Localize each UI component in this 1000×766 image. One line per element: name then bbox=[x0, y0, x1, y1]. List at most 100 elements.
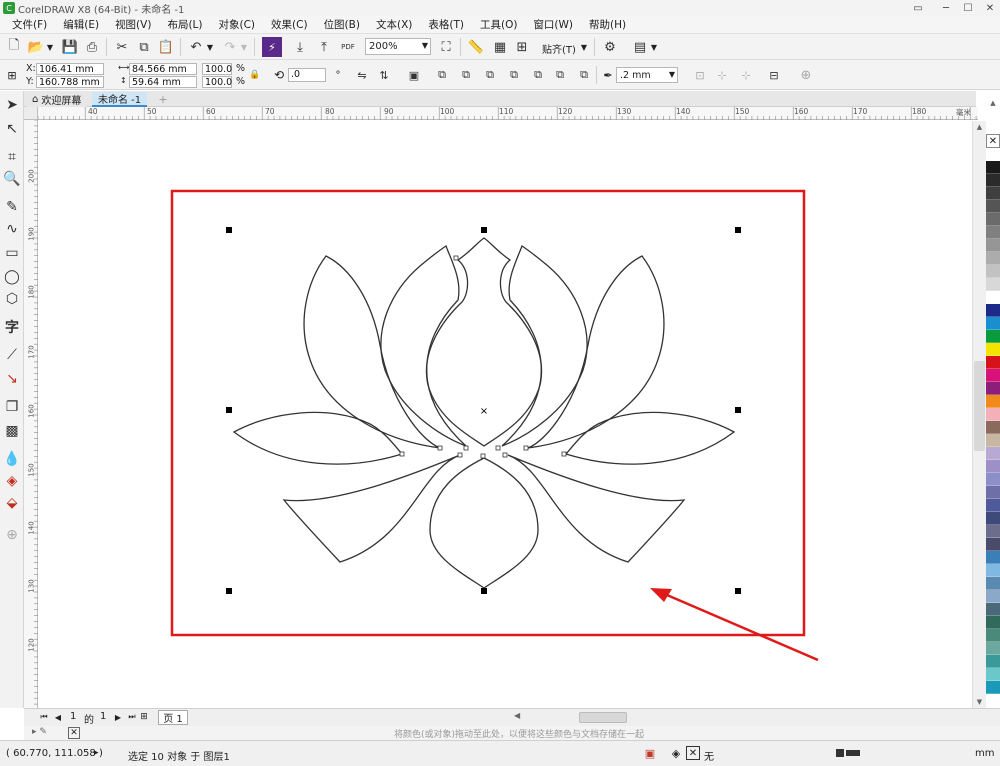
color-proof-icon[interactable]: ▣ bbox=[642, 746, 658, 760]
zoom-tool-icon[interactable]: 🔍 bbox=[2, 169, 22, 189]
copy-icon[interactable]: ⧉ bbox=[134, 37, 154, 57]
polygon-tool-icon[interactable]: ⬡ bbox=[2, 289, 22, 309]
previous-page-icon[interactable]: ◀ bbox=[52, 711, 64, 723]
scroll-left-icon[interactable]: ◀ bbox=[514, 711, 526, 723]
mirror-horizontal-icon[interactable]: ⇋ bbox=[352, 65, 372, 85]
horizontal-ruler[interactable]: 40 50 60 70 80 90 100 110 120 130 140 15… bbox=[38, 107, 978, 120]
new-tab-plus-icon[interactable]: + bbox=[156, 92, 170, 106]
wrap-text-icon[interactable]: ⊡ bbox=[690, 65, 710, 85]
path-node[interactable] bbox=[502, 452, 508, 458]
scroll-up-icon[interactable]: ▲ bbox=[973, 121, 986, 133]
horizontal-scroll-thumb[interactable] bbox=[579, 712, 627, 723]
path-node[interactable] bbox=[495, 445, 501, 451]
palette-swatch[interactable] bbox=[986, 174, 1000, 187]
palette-swatch[interactable] bbox=[986, 330, 1000, 343]
palette-swatch[interactable] bbox=[986, 343, 1000, 356]
palette-swatch[interactable] bbox=[986, 564, 1000, 577]
tab-welcome-screen[interactable]: ⌂ 欢迎屏幕 bbox=[26, 92, 88, 107]
palette-swatch[interactable] bbox=[986, 460, 1000, 473]
snap-to-menu[interactable]: 贴齐(T) bbox=[542, 41, 576, 56]
object-origin-icon[interactable]: ⊞ bbox=[4, 67, 20, 83]
combine-icon[interactable]: ⊹ bbox=[712, 65, 732, 85]
palette-swatch[interactable] bbox=[986, 551, 1000, 564]
last-page-icon[interactable]: ⏭ bbox=[126, 711, 138, 723]
connector-tool-icon[interactable]: ↘ bbox=[2, 369, 22, 389]
lock-ratio-icon[interactable]: 🔒 bbox=[249, 69, 260, 81]
menu-layout[interactable]: 布局(L) bbox=[161, 17, 208, 32]
menu-text[interactable]: 文本(X) bbox=[370, 17, 418, 32]
palette-swatch[interactable] bbox=[986, 655, 1000, 668]
zoom-level-combo[interactable]: 200% ▼ bbox=[365, 38, 431, 55]
freehand-tool-icon[interactable]: ✎ bbox=[2, 197, 22, 217]
intersect-icon[interactable]: ⧉ bbox=[480, 65, 500, 85]
width-field[interactable]: 84.566 mm bbox=[129, 63, 197, 75]
vertical-scroll-thumb[interactable] bbox=[974, 361, 985, 451]
close-button[interactable]: ✕ bbox=[978, 0, 1000, 16]
palette-swatch[interactable] bbox=[986, 213, 1000, 226]
publish-pdf-icon[interactable]: PDF bbox=[338, 37, 358, 57]
path-node[interactable] bbox=[457, 452, 463, 458]
scroll-down-icon[interactable]: ▼ bbox=[973, 696, 986, 708]
palette-swatch[interactable] bbox=[986, 369, 1000, 382]
selection-handle-bottom-right[interactable] bbox=[735, 588, 741, 594]
add-tool-icon[interactable]: ⊕ bbox=[2, 525, 22, 545]
back-minus-front-icon[interactable]: ⧉ bbox=[550, 65, 570, 85]
palette-swatch[interactable] bbox=[986, 629, 1000, 642]
artistic-media-icon[interactable]: ∿ bbox=[2, 219, 22, 239]
page-tab-1[interactable]: 页 1 bbox=[158, 710, 188, 725]
search-content-icon[interactable]: ⚡ bbox=[262, 37, 282, 57]
selection-handle-top[interactable] bbox=[481, 227, 487, 233]
path-node[interactable] bbox=[453, 255, 459, 261]
redo-dropdown-icon[interactable]: ▼ bbox=[240, 37, 248, 57]
selection-handle-bottom-left[interactable] bbox=[226, 588, 232, 594]
tab-current-document[interactable]: 未命名 -1 bbox=[92, 92, 148, 107]
palette-swatch[interactable] bbox=[986, 395, 1000, 408]
menu-view[interactable]: 视图(V) bbox=[109, 17, 157, 32]
palette-swatch[interactable] bbox=[986, 447, 1000, 460]
path-node[interactable] bbox=[480, 453, 486, 459]
menu-object[interactable]: 对象(C) bbox=[213, 17, 262, 32]
drop-shadow-icon[interactable]: ❐ bbox=[2, 397, 22, 417]
first-page-icon[interactable]: ⏮ bbox=[38, 711, 50, 723]
scale-width-field[interactable]: 100.0 bbox=[202, 63, 232, 75]
palette-swatch[interactable] bbox=[986, 473, 1000, 486]
y-position-field[interactable]: 160.788 mm bbox=[36, 76, 104, 88]
palette-swatch[interactable] bbox=[986, 681, 1000, 694]
open-folder-icon[interactable]: 📂 bbox=[26, 37, 46, 57]
print-icon[interactable]: ⎙ bbox=[82, 37, 102, 57]
undo-dropdown-icon[interactable]: ▼ bbox=[206, 37, 214, 57]
palette-swatch[interactable] bbox=[986, 304, 1000, 317]
selection-handle-left[interactable] bbox=[226, 407, 232, 413]
restore-down-icon[interactable]: ▭ bbox=[906, 0, 930, 16]
create-boundary-icon[interactable]: ⧉ bbox=[574, 65, 594, 85]
application-launcher-icon[interactable]: ▤ bbox=[630, 37, 650, 57]
open-dropdown-icon[interactable]: ▼ bbox=[46, 37, 54, 57]
launcher-dropdown-icon[interactable]: ▼ bbox=[650, 37, 658, 57]
eyedropper-tool-icon[interactable]: 💧 bbox=[2, 449, 22, 469]
palette-swatch[interactable] bbox=[986, 642, 1000, 655]
save-icon[interactable]: 💾 bbox=[60, 37, 80, 57]
palette-swatch[interactable] bbox=[986, 278, 1000, 291]
transparency-tool-icon[interactable]: ▩ bbox=[2, 421, 22, 441]
align-distribute-icon[interactable]: ⊟ bbox=[764, 65, 784, 85]
cut-icon[interactable]: ✂ bbox=[112, 37, 132, 57]
export-icon[interactable]: ⤒ bbox=[314, 37, 334, 57]
trim-icon[interactable]: ⧉ bbox=[456, 65, 476, 85]
menu-bitmaps[interactable]: 位图(B) bbox=[318, 17, 366, 32]
palette-swatch[interactable] bbox=[986, 239, 1000, 252]
path-node[interactable] bbox=[437, 445, 443, 451]
add-toolbar-icon[interactable]: ⊕ bbox=[796, 65, 816, 85]
palette-swatch[interactable] bbox=[986, 590, 1000, 603]
pick-tool-icon[interactable]: ➤ bbox=[2, 95, 22, 115]
palette-swatch[interactable] bbox=[986, 161, 1000, 174]
scale-height-field[interactable]: 100.0 bbox=[202, 76, 232, 88]
palette-swatch[interactable] bbox=[986, 525, 1000, 538]
maximize-button[interactable]: ☐ bbox=[956, 0, 980, 16]
menu-window[interactable]: 窗口(W) bbox=[527, 17, 579, 32]
palette-swatch[interactable] bbox=[986, 668, 1000, 681]
outline-width-combo[interactable]: .2 mm ▼ bbox=[616, 67, 678, 83]
palette-swatch[interactable] bbox=[986, 226, 1000, 239]
palette-swatch[interactable] bbox=[986, 148, 1000, 161]
menu-help[interactable]: 帮助(H) bbox=[583, 17, 632, 32]
palette-swatch[interactable] bbox=[986, 434, 1000, 447]
